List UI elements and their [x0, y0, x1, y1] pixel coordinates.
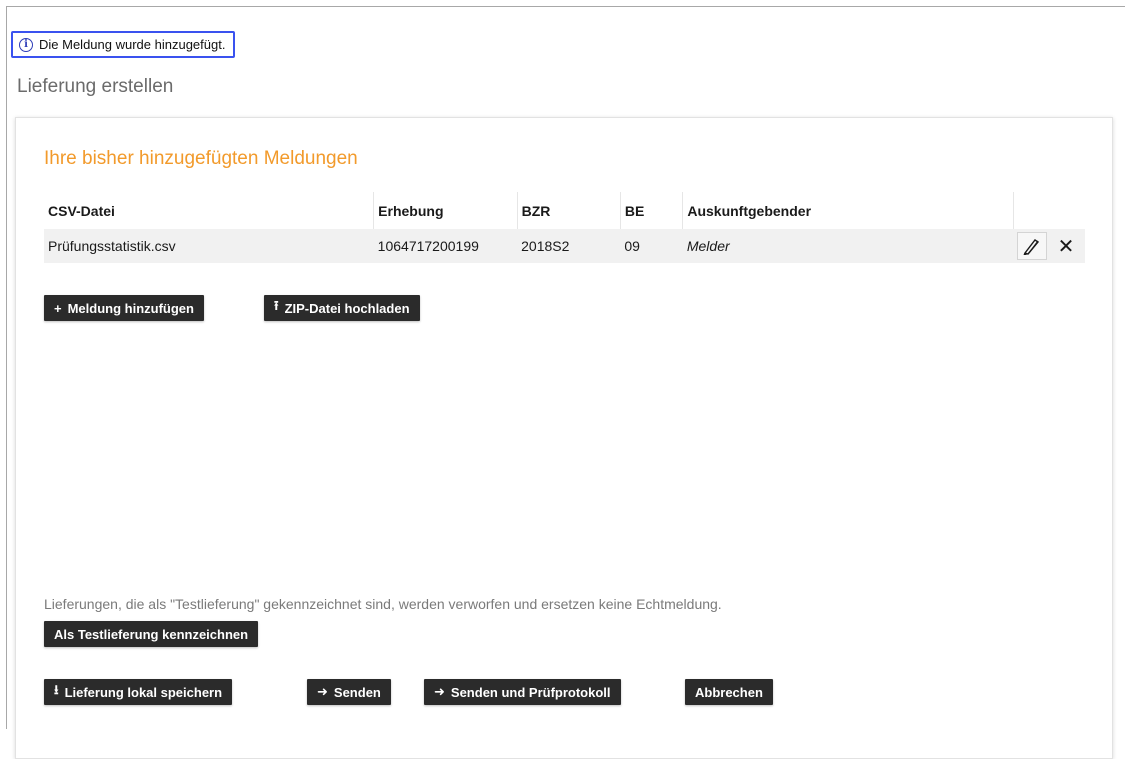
table-row: Prüfungsstatistik.csv 1064717200199 2018… — [44, 229, 1085, 263]
cell-be: 09 — [620, 229, 683, 263]
edit-button[interactable] — [1017, 232, 1047, 260]
testlieferung-hint: Lieferungen, die als "Testlieferung" gek… — [44, 596, 722, 612]
notice-text: Die Meldung wurde hinzugefügt. — [39, 37, 226, 52]
window-frame-left — [6, 6, 7, 729]
send-with-protocol-label: Senden und Prüfprotokoll — [450, 684, 611, 700]
table-header-row: CSV-Datei Erhebung BZR BE Auskunftgebend… — [44, 192, 1085, 229]
mark-test-button[interactable]: Als Testlieferung kennzeichnen — [44, 621, 259, 647]
cell-csv-datei: Prüfungsstatistik.csv — [44, 229, 374, 263]
send-with-protocol-button[interactable]: ➜ Senden und Prüfprotokoll — [424, 679, 621, 705]
upload-zip-label: ZIP-Datei hochladen — [284, 300, 410, 316]
meldungen-panel: Ihre bisher hinzugefügten Meldungen CSV-… — [15, 117, 1113, 759]
column-header-bzr: BZR — [517, 192, 621, 229]
arrow-right-icon: ➜ — [434, 684, 445, 699]
upload-icon: ⭱ — [274, 298, 279, 313]
column-header-actions — [1013, 192, 1085, 229]
column-header-erhebung: Erhebung — [373, 192, 518, 229]
cell-auskunftgebender: Melder — [682, 229, 1013, 263]
add-meldung-label: Meldung hinzufügen — [67, 300, 194, 316]
column-header-be: BE — [620, 192, 684, 229]
save-local-button[interactable]: ⭳ Lieferung lokal speichern — [44, 679, 233, 705]
add-meldung-button[interactable]: + Meldung hinzufügen — [44, 295, 204, 321]
download-icon: ⭳ — [54, 682, 59, 697]
upload-zip-button[interactable]: ⭱ ZIP-Datei hochladen — [264, 295, 420, 321]
mark-test-label: Als Testlieferung kennzeichnen — [54, 626, 249, 642]
cancel-button[interactable]: Abbrechen — [685, 679, 773, 705]
page-title: Lieferung erstellen — [17, 76, 174, 97]
arrow-right-icon: ➜ — [317, 684, 328, 699]
plus-icon: + — [54, 300, 62, 316]
save-local-label: Lieferung lokal speichern — [64, 684, 223, 700]
info-icon: i — [19, 37, 33, 52]
column-header-auskunftgebender: Auskunftgebender — [682, 192, 1014, 229]
send-button[interactable]: ➜ Senden — [307, 679, 391, 705]
meldungen-table: CSV-Datei Erhebung BZR BE Auskunftgebend… — [44, 192, 1085, 263]
column-header-csv-datei: CSV-Datei — [44, 192, 375, 229]
panel-title: Ihre bisher hinzugefügten Meldungen — [44, 148, 358, 169]
delete-button[interactable]: ✕ — [1051, 232, 1081, 260]
window-frame-top — [6, 6, 1125, 7]
cell-bzr: 2018S2 — [517, 229, 621, 263]
success-notice: i Die Meldung wurde hinzugefügt. — [11, 31, 236, 58]
cancel-label: Abbrechen — [695, 684, 763, 700]
close-icon: ✕ — [1057, 235, 1075, 258]
cell-erhebung: 1064717200199 — [373, 229, 518, 263]
cell-actions: ✕ — [1013, 229, 1085, 263]
send-label: Senden — [333, 684, 381, 700]
pencil-icon — [1023, 239, 1040, 255]
